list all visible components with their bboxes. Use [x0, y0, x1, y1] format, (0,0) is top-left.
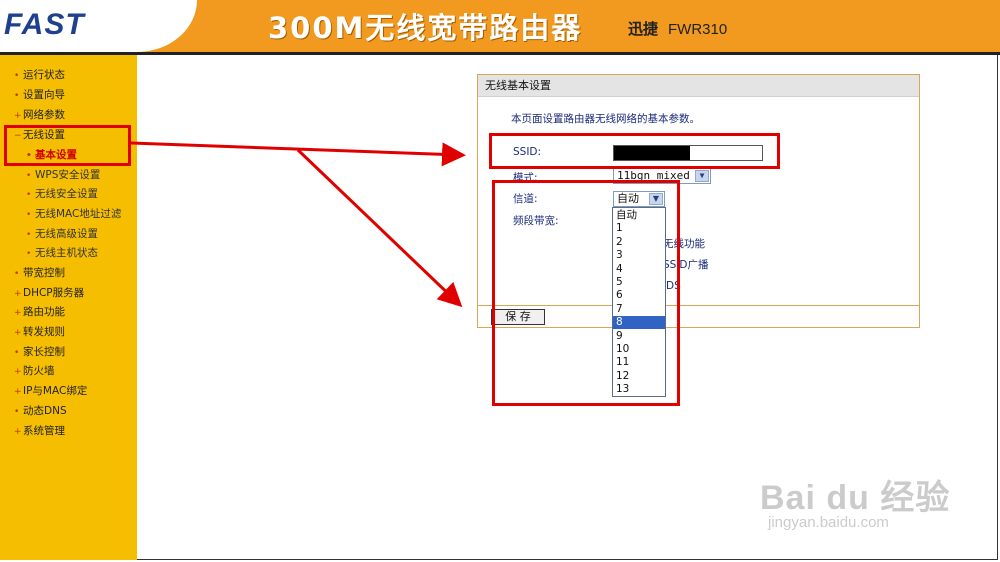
arrow-to-channel	[296, 148, 463, 308]
watermark-brand: Bai du 经验	[760, 479, 951, 517]
baidu-watermark: Bai du 经验 jingyan.baidu.com	[760, 470, 951, 531]
arrow-to-ssid	[130, 141, 466, 167]
watermark-url: jingyan.baidu.com	[768, 514, 889, 531]
